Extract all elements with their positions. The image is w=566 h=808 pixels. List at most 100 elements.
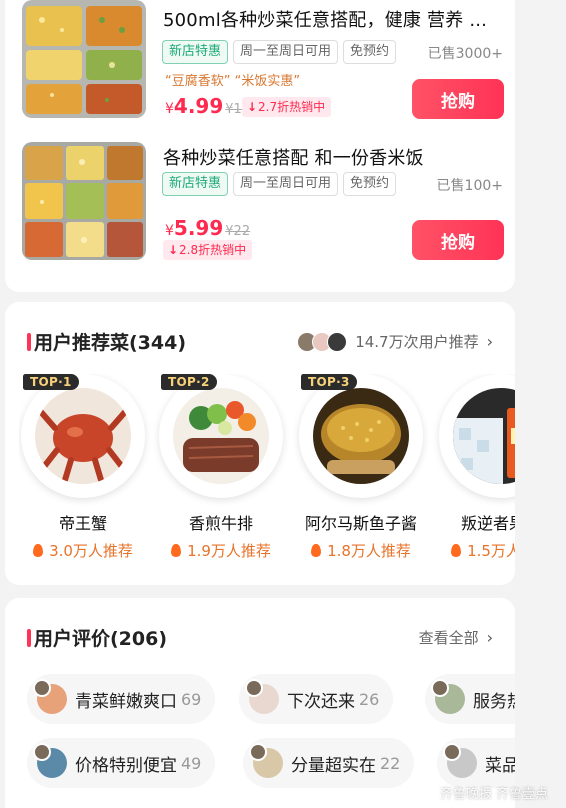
dish-plate[interactable] xyxy=(21,374,145,498)
discount-text: 2.8折热销中 xyxy=(179,243,247,257)
deal-title[interactable]: 各种炒菜任意搭配 和一份香米饭 xyxy=(163,144,424,170)
discount-badge: ↓2.8折热销中 xyxy=(163,240,253,260)
dish-name: 阿尔马斯鱼子酱 xyxy=(304,514,417,533)
dish-recommend-count-text: 1.5万人推荐 xyxy=(467,542,515,560)
avatar xyxy=(327,331,348,352)
dish-item[interactable]: TOP·3 阿尔马斯鱼子酱 1.8万人推荐 xyxy=(297,374,425,561)
price-value: 4.99 xyxy=(173,94,224,118)
reviewer-avatar xyxy=(443,743,477,778)
dish-image-caviar xyxy=(313,388,409,484)
section-accent-bar xyxy=(27,332,31,351)
fire-icon xyxy=(33,544,44,557)
currency-symbol: ¥ xyxy=(165,101,174,117)
review-chip-label: 青菜鲜嫩爽口 xyxy=(75,691,177,712)
tag-new-store: 新店特惠 xyxy=(162,40,229,64)
user-avatars xyxy=(297,331,348,352)
chevron-right-icon: › xyxy=(486,628,493,647)
buy-button[interactable]: 抢购 xyxy=(412,79,504,119)
tag-new-store: 新店特惠 xyxy=(162,172,229,196)
deal-item[interactable]: 500ml各种炒菜任意搭配，健康 营养 ... 新店特惠 周一至周日可用 免预约… xyxy=(5,0,515,130)
down-arrow-icon: ↓ xyxy=(246,100,258,114)
dish-recommend-count: 3.0万人推荐 xyxy=(19,540,147,561)
review-chip[interactable]: 分量超实在 22 xyxy=(243,738,415,788)
deal-title[interactable]: 500ml各种炒菜任意搭配，健康 营养 ... xyxy=(163,6,487,32)
currency-symbol: ¥ xyxy=(165,223,174,239)
review-chip-label: 价格特别便宜 xyxy=(75,755,177,776)
dish-name: 叛逆者果汁 xyxy=(460,514,515,533)
tag-no-booking: 免预约 xyxy=(343,172,397,196)
reviewer-avatar xyxy=(249,743,283,778)
review-chip[interactable]: 青菜鲜嫩爽口 69 xyxy=(27,674,216,724)
dish-name: 香煎牛排 xyxy=(188,514,253,533)
deal-thumbnail[interactable] xyxy=(22,142,146,260)
section-title: 用户评价(206) xyxy=(34,628,168,650)
deal-thumbnail[interactable] xyxy=(22,0,146,118)
buy-button[interactable]: 抢购 xyxy=(412,220,504,260)
dish-plate[interactable] xyxy=(439,374,515,498)
tag-no-booking: 免预约 xyxy=(343,40,397,64)
deal-price: ¥5.99 ¥22 xyxy=(165,216,250,240)
dish-recommend-count: 1.5万人推荐 xyxy=(437,540,515,561)
deal-highlights: “豆腐香软” “米饭实惠” xyxy=(165,74,301,89)
discount-text: 2.7折热销中 xyxy=(258,100,326,114)
review-chip[interactable]: 服务热情 xyxy=(425,674,515,724)
discount-badge: ↓2.7折热销中 xyxy=(242,97,332,117)
tag-availability: 周一至周日可用 xyxy=(233,40,339,64)
dish-recommend-count-text: 1.9万人推荐 xyxy=(187,542,271,560)
rank-badge: TOP·3 xyxy=(301,374,357,390)
deal-item[interactable]: 各种炒菜任意搭配 和一份香米饭 新店特惠 周一至周日可用 免预约 已售100+ … xyxy=(5,142,515,272)
watermark: 齐鲁晚报 齐鲁壹点 xyxy=(439,787,548,802)
dish-item[interactable]: 叛逆者果汁 1.5万人推荐 xyxy=(437,374,515,561)
reviewer-avatar xyxy=(33,679,67,714)
recommended-dishes-card: 用户推荐菜(344) 14.7万次用户推荐 › TOP·1 帝王蟹 3.0万人推… xyxy=(5,302,515,585)
dish-recommend-count: 1.9万人推荐 xyxy=(157,540,285,561)
deal-price: ¥4.99 ¥19 xyxy=(165,94,250,118)
reviewer-avatar xyxy=(245,679,279,714)
dish-image-king-crab xyxy=(35,388,131,484)
user-reviews-card: 用户评价(206) 查看全部 › 青菜鲜嫩爽口 69 下次还来 26 服务热情 … xyxy=(5,598,515,808)
review-chip-label: 下次还来 xyxy=(287,691,355,712)
chevron-right-icon: › xyxy=(486,332,493,351)
view-all-link[interactable]: 查看全部 › xyxy=(419,627,493,648)
section-header: 用户评价(206) xyxy=(27,624,167,651)
down-arrow-icon: ↓ xyxy=(167,243,179,257)
section-accent-bar xyxy=(27,628,31,647)
section-title: 用户推荐菜(344) xyxy=(34,332,187,354)
section-header: 用户推荐菜(344) xyxy=(27,328,186,355)
fire-icon xyxy=(451,544,462,557)
view-all-label: 查看全部 xyxy=(418,629,479,647)
review-chip-count: 22 xyxy=(380,753,401,773)
review-chip-count: 49 xyxy=(181,753,202,773)
sold-count: 已售100+ xyxy=(436,178,503,194)
review-chip-count: 69 xyxy=(181,689,202,709)
deal-tags: 新店特惠 周一至周日可用 免预约 xyxy=(162,40,397,64)
review-chip[interactable]: 菜品 xyxy=(437,738,515,788)
dish-plate[interactable] xyxy=(159,374,283,498)
deal-tags: 新店特惠 周一至周日可用 免预约 xyxy=(162,172,397,196)
dish-recommend-count: 1.8万人推荐 xyxy=(297,540,425,561)
review-chip-count: 26 xyxy=(359,689,380,709)
dish-item[interactable]: TOP·1 帝王蟹 3.0万人推荐 xyxy=(19,374,147,561)
price-value: 5.99 xyxy=(173,216,224,240)
original-price: ¥22 xyxy=(225,224,251,239)
dish-name: 帝王蟹 xyxy=(58,514,107,533)
dish-image-juice xyxy=(453,388,515,484)
dish-recommend-count-text: 1.8万人推荐 xyxy=(327,542,411,560)
reviewer-avatar xyxy=(431,679,465,714)
review-chip-label: 服务热情 xyxy=(473,691,515,712)
tag-availability: 周一至周日可用 xyxy=(233,172,339,196)
review-chip[interactable]: 下次还来 26 xyxy=(239,674,394,724)
dish-item[interactable]: TOP·2 香煎牛排 1.9万人推荐 xyxy=(157,374,285,561)
review-chip-label: 分量超实在 xyxy=(291,755,376,776)
dish-image-steak xyxy=(173,388,269,484)
dish-carousel[interactable]: TOP·1 帝王蟹 3.0万人推荐 TOP·2 香煎牛排 1.9万人推荐 TOP… xyxy=(19,374,515,574)
fire-icon xyxy=(311,544,322,557)
rank-badge: TOP·2 xyxy=(161,374,217,390)
recommendation-count: 14.7万次用户推荐 xyxy=(355,333,479,351)
recommendation-summary-link[interactable]: 14.7万次用户推荐 › xyxy=(297,331,493,352)
fire-icon xyxy=(171,544,182,557)
review-chip-label: 菜品 xyxy=(485,755,515,776)
rank-badge: TOP·1 xyxy=(23,374,79,390)
review-chip[interactable]: 价格特别便宜 49 xyxy=(27,738,216,788)
dish-plate[interactable] xyxy=(299,374,423,498)
